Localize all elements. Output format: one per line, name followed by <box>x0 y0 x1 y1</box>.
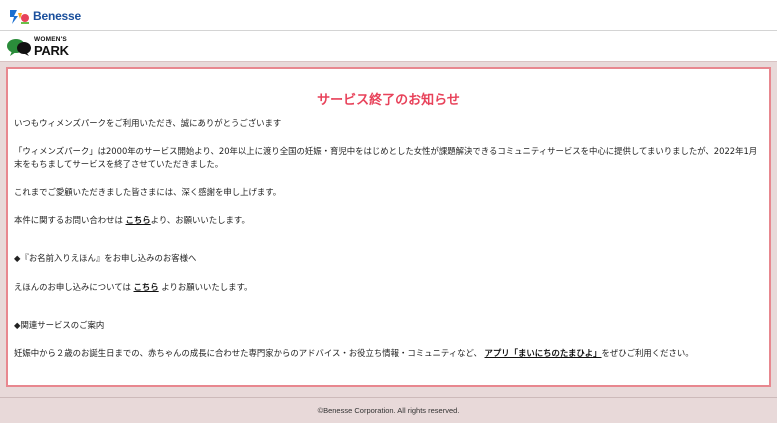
ehon-text: えほんのお申し込みについては こちら よりお願いいたします。 <box>14 281 252 293</box>
tamahiyo-app-link[interactable]: アプリ「まいにちのたまひよ」 <box>485 348 602 358</box>
content-area: サービス終了のお知らせ いつもウィメンズパークをご利用いただき、誠にありがとうご… <box>0 61 777 397</box>
ehon-before-text: えほんのお申し込みについては <box>14 282 131 292</box>
top-header: Benesse <box>0 0 777 31</box>
service-history-line-1: 「ウィメンズパーク」は2000年のサービス開始より、20年以上に渡り全国の妊娠・… <box>14 146 758 156</box>
greeting-text: いつもウィメンズパークをご利用いただき、誠にありがとうございます <box>14 118 282 128</box>
copyright-text: ©Benesse Corporation. All rights reserve… <box>317 406 460 415</box>
thanks-text: これまでご愛顧いただきました皆さまには、深く感謝を申し上げます。 <box>14 187 282 197</box>
brand-bar: WOMEN'S PARK <box>0 31 777 61</box>
related-before-text: 妊娠中から２歳のお誕生日までの、赤ちゃんの成長に合わせた専門家からのアドバイス・… <box>14 348 482 358</box>
inquiry-text: 本件に関するお問い合わせは こちらより、お願いいたします。 <box>14 214 250 226</box>
inquiry-after-text: より、お願いいたします。 <box>150 215 250 225</box>
benesse-logo[interactable]: Benesse <box>8 6 81 26</box>
notice-title: サービス終了のお知らせ <box>317 93 460 108</box>
benesse-mark-icon <box>10 10 29 24</box>
ehon-after-text: よりお願いいたします。 <box>161 282 253 292</box>
ehon-heading: ◆『お名前入りえほん』をお申し込みのお客様へ <box>14 253 197 263</box>
ehon-link[interactable]: こちら <box>134 282 159 292</box>
womens-park-logo[interactable]: WOMEN'S PARK <box>6 36 69 58</box>
speech-bubble-icon <box>7 39 31 56</box>
service-history-line-2: 末をもちましてサービスを終了させていただきました。 <box>14 159 224 169</box>
benesse-logo-text: Benesse <box>33 9 81 23</box>
womens-park-wordmark: WOMEN'S PARK <box>34 36 69 59</box>
inquiry-link[interactable]: こちら <box>126 215 151 225</box>
related-after-text: をぜひご利用ください。 <box>601 348 694 358</box>
related-heading: ◆関連サービスのご案内 <box>14 320 105 330</box>
related-text: 妊娠中から２歳のお誕生日までの、赤ちゃんの成長に合わせた専門家からのアドバイス・… <box>14 347 694 359</box>
inquiry-before-text: 本件に関するお問い合わせは <box>14 215 123 225</box>
womens-park-big-text: PARK <box>34 43 69 59</box>
notice-box: サービス終了のお知らせ いつもウィメンズパークをご利用いただき、誠にありがとうご… <box>6 67 771 387</box>
footer: ©Benesse Corporation. All rights reserve… <box>0 397 777 423</box>
